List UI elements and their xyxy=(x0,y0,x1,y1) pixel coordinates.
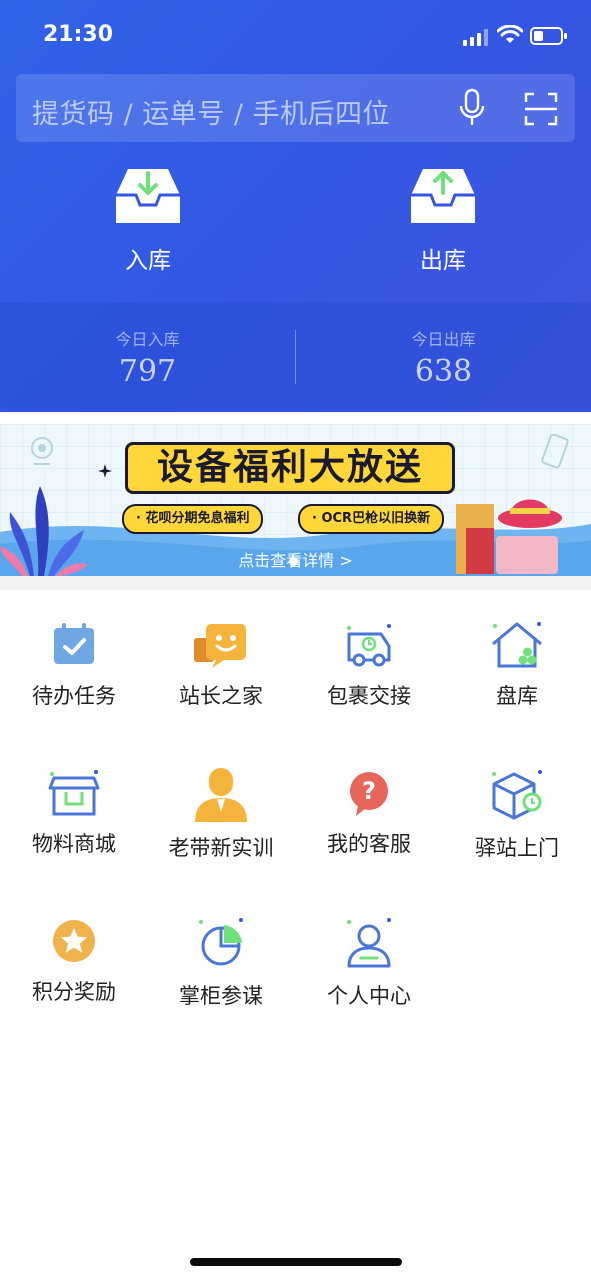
microphone-icon[interactable] xyxy=(457,88,487,128)
menu-item-mentor-training[interactable]: 老带新实训 xyxy=(147,768,295,868)
star-reward-icon xyxy=(53,920,95,962)
trainer-icon xyxy=(195,768,247,822)
banner-pill-installment: · 花呗分期免息福利 xyxy=(122,504,264,534)
stat-outbound-value: 638 xyxy=(414,354,473,389)
menu-label-shopkeeper-advisor: 掌柜参谋 xyxy=(179,984,263,1008)
outbound-button[interactable]: 出库 xyxy=(373,165,513,275)
signal-icon xyxy=(463,29,488,46)
stat-inbound-label: 今日入库 xyxy=(115,330,180,349)
inbound-button[interactable]: 入库 xyxy=(78,165,218,275)
menu-item-points-reward[interactable]: 积分奖励 xyxy=(0,916,148,1016)
menu-item-station-master[interactable]: 站长之家 xyxy=(147,620,295,720)
menu-item-parcel-handover[interactable]: 包裹交接 xyxy=(295,620,443,720)
inbox-out-icon xyxy=(411,169,475,223)
stat-outbound[interactable]: 今日出库 638 xyxy=(296,326,591,389)
banner-title: 设备福利大放送 xyxy=(125,442,455,494)
menu-label-mentor-training: 老带新实训 xyxy=(168,836,274,860)
menu-item-stocktake[interactable]: 盘库 xyxy=(443,620,591,720)
status-time: 21:30 xyxy=(43,22,114,47)
status-bar: 21:30 xyxy=(0,0,591,72)
menu-item-material-store[interactable]: 物料商城 xyxy=(0,768,148,868)
daily-stats: 今日入库 797 今日出库 638 xyxy=(0,302,591,412)
menu-label-stocktake: 盘库 xyxy=(496,684,538,708)
banner-pill-ocr: · OCR巴枪以旧换新 xyxy=(298,504,445,534)
carousel-indicator[interactable] xyxy=(289,557,298,566)
help-icon: ? xyxy=(350,772,388,816)
menu-label-door-pickup: 驿站上门 xyxy=(475,836,559,860)
inbox-in-icon xyxy=(116,169,180,223)
webcam-icon xyxy=(31,437,53,465)
menu-label-parcel-handover: 包裹交接 xyxy=(327,684,411,708)
scanner-device-icon xyxy=(541,434,569,469)
menu-item-customer-service[interactable]: ? 我的客服 xyxy=(295,768,443,868)
menu-label-station-master: 站长之家 xyxy=(179,684,263,708)
stat-inbound-value: 797 xyxy=(118,354,177,389)
menu-label-points-reward: 积分奖励 xyxy=(32,980,116,1004)
menu-label-customer-service: 我的客服 xyxy=(327,832,411,856)
package-pickup-icon xyxy=(492,770,542,820)
promo-banner[interactable]: 设备福利大放送 · 花呗分期免息福利 · OCR巴枪以旧换新 点击查看详情 > xyxy=(0,424,591,576)
section-divider xyxy=(0,576,591,590)
house-inventory-icon xyxy=(492,622,542,668)
menu-item-door-pickup[interactable]: 驿站上门 xyxy=(443,768,591,868)
menu-item-shopkeeper-advisor[interactable]: 掌柜参谋 xyxy=(147,916,295,1016)
search-bar[interactable]: 提货码 / 运单号 / 手机后四位 xyxy=(16,74,575,142)
search-input[interactable]: 提货码 / 运单号 / 手机后四位 xyxy=(32,92,390,131)
home-indicator[interactable] xyxy=(190,1258,402,1266)
scan-icon[interactable] xyxy=(524,92,558,126)
delivery-truck-icon xyxy=(347,624,391,667)
inbound-label: 入库 xyxy=(125,248,171,274)
menu-item-todo[interactable]: 待办任务 xyxy=(0,620,148,720)
svg-text:?: ? xyxy=(362,777,376,805)
outbound-label: 出库 xyxy=(420,248,466,274)
menu-label-material-store: 物料商城 xyxy=(32,832,116,856)
menu-item-personal-center[interactable]: 个人中心 xyxy=(295,916,443,1016)
menu-label-todo: 待办任务 xyxy=(32,684,116,708)
stat-inbound[interactable]: 今日入库 797 xyxy=(0,326,295,389)
sparkle-icon xyxy=(98,464,112,478)
station-master-icon xyxy=(194,624,246,668)
battery-icon xyxy=(530,27,567,45)
todo-icon xyxy=(54,623,94,664)
pie-chart-icon xyxy=(199,918,243,966)
store-icon xyxy=(48,770,100,816)
menu-label-personal-center: 个人中心 xyxy=(327,984,411,1008)
wifi-icon xyxy=(497,25,523,43)
header-panel: 21:30 提货码 / 运单号 / 手机后四位 入库 出库 今日入库 797 今… xyxy=(0,0,591,412)
user-icon xyxy=(347,918,391,968)
stat-outbound-label: 今日出库 xyxy=(411,330,476,349)
